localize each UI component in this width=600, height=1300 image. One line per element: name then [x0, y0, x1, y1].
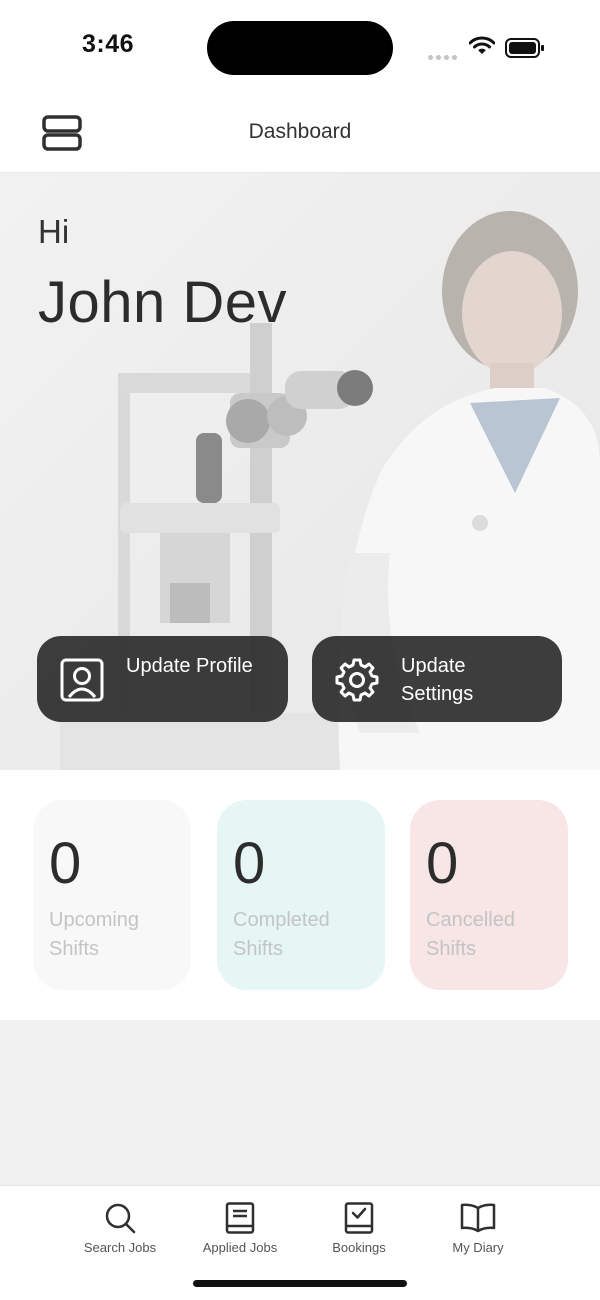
cancelled-shifts-label: Cancelled Shifts: [426, 909, 515, 960]
wifi-icon: [469, 36, 495, 54]
book-icon: [225, 1202, 255, 1234]
gear-icon: [335, 658, 379, 702]
update-settings-label: Update Settings: [401, 655, 474, 705]
shift-stats: 0 Upcoming Shifts 0 Completed Shifts 0 C…: [0, 770, 600, 1020]
hero-banner: Hi John Dev Update Profile Update Settin…: [0, 173, 600, 770]
completed-shifts-count: 0: [233, 831, 266, 896]
upcoming-shifts-label: Upcoming Shifts: [49, 909, 140, 960]
tab-bookings-label: Bookings: [332, 1240, 386, 1255]
upcoming-shifts-count: 0: [49, 831, 82, 896]
user-name: John Dev: [38, 270, 288, 335]
completed-shifts-label: Completed Shifts: [233, 909, 330, 960]
page-title: Dashboard: [248, 120, 352, 143]
open-book-icon: [460, 1203, 496, 1233]
top-bar: Dashboard: [0, 96, 600, 173]
update-profile-button[interactable]: Update Profile: [37, 636, 288, 722]
search-icon: [105, 1203, 136, 1234]
status-time: 3:46: [82, 30, 135, 58]
tab-search-jobs-label: Search Jobs: [83, 1240, 157, 1255]
tab-applied-jobs[interactable]: Applied Jobs: [185, 1202, 295, 1262]
tab-my-diary-label: My Diary: [452, 1240, 504, 1255]
cancelled-shifts-card[interactable]: 0 Cancelled Shifts: [410, 800, 568, 990]
profile-icon: [60, 658, 104, 702]
completed-shifts-card[interactable]: 0 Completed Shifts: [217, 800, 385, 990]
tab-bookings[interactable]: Bookings: [304, 1202, 414, 1262]
upcoming-shifts-card[interactable]: 0 Upcoming Shifts: [33, 800, 191, 990]
home-indicator[interactable]: [193, 1280, 407, 1287]
dynamic-island: [207, 21, 393, 75]
update-profile-label: Update Profile: [126, 655, 253, 677]
tab-search-jobs[interactable]: Search Jobs: [65, 1202, 175, 1262]
status-bar: 3:46: [0, 0, 600, 96]
signal-dots-icon: [428, 47, 460, 60]
update-settings-button[interactable]: Update Settings: [312, 636, 562, 722]
tab-my-diary[interactable]: My Diary: [423, 1202, 533, 1262]
cancelled-shifts-count: 0: [426, 831, 459, 896]
tab-applied-jobs-label: Applied Jobs: [202, 1240, 278, 1255]
battery-icon: [505, 38, 544, 58]
greeting-text: Hi: [38, 213, 70, 250]
bookings-check-icon: [344, 1202, 374, 1234]
